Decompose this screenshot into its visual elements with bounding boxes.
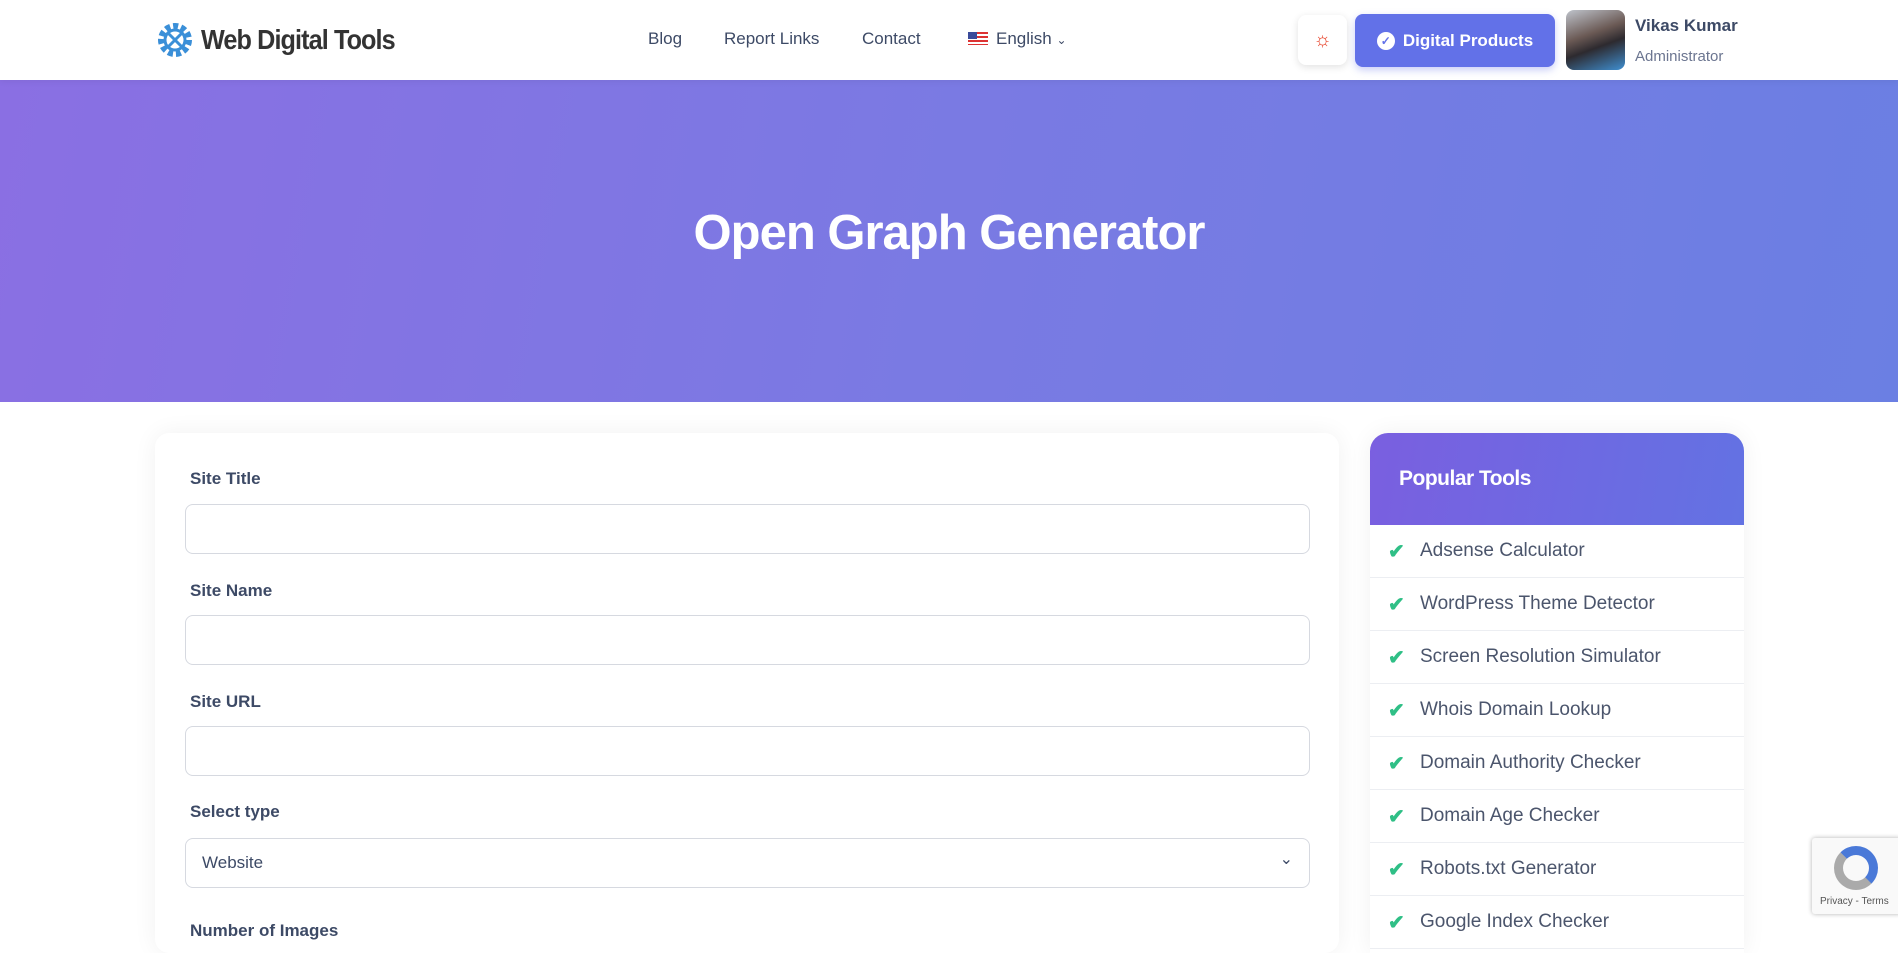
avatar[interactable] [1566,10,1625,70]
popular-tools-card: Popular Tools ✔ Adsense Calculator ✔ WordP… [1370,433,1744,953]
check-icon: ✔ [1388,752,1405,775]
sidebar-item-domain-age-checker[interactable]: ✔ Domain Age Checker [1370,790,1744,843]
site-url-label: Site URL [190,692,261,711]
popular-tools-title: Popular Tools [1370,433,1744,525]
type-select[interactable]: Website ⌄ [185,838,1310,888]
sidebar-item-domain-authority-checker[interactable]: ✔ Domain Authority Checker [1370,737,1744,790]
sidebar-item-label: WordPress Theme Detector [1420,593,1655,614]
select-type-label: Select type [190,802,280,821]
sidebar-item-label: Domain Age Checker [1420,805,1600,826]
sidebar-item-label: Google Index Checker [1420,911,1610,932]
chevron-down-icon: ⌄ [1056,33,1067,47]
hero-banner: Open Graph Generator [0,80,1898,402]
nav-contact[interactable]: Contact [862,29,921,49]
digital-products-button[interactable]: ✓ Digital Products [1355,14,1555,67]
site-name-input[interactable] [185,615,1310,665]
check-icon: ✔ [1388,646,1405,669]
site-title-label: Site Title [190,469,261,488]
check-icon: ✔ [1388,699,1405,722]
sidebar-item-adsense-calculator[interactable]: ✔ Adsense Calculator [1370,525,1744,578]
sidebar-item-label: Domain Authority Checker [1420,752,1641,773]
sidebar-item-label: Whois Domain Lookup [1420,699,1612,720]
language-label: English [996,29,1052,48]
sun-icon: ☼ [1313,28,1332,51]
theme-toggle-button[interactable]: ☼ [1298,15,1347,65]
recaptcha-links[interactable]: Privacy - Terms [1820,896,1889,907]
sidebar-item-label: Adsense Calculator [1420,540,1585,561]
type-select-value: Website [202,853,264,872]
sidebar-item-whois-domain-lookup[interactable]: ✔ Whois Domain Lookup [1370,684,1744,737]
sidebar-item-wordpress-theme-detector[interactable]: ✔ WordPress Theme Detector [1370,578,1744,631]
check-icon: ✔ [1388,805,1405,828]
sidebar-item-label: Screen Resolution Simulator [1420,646,1661,667]
language-dropdown[interactable]: English ⌄ [968,29,1067,49]
nav-blog[interactable]: Blog [648,29,682,49]
sidebar-item-screen-resolution-simulator[interactable]: ✔ Screen Resolution Simulator [1370,631,1744,684]
sidebar-item-label: Robots.txt Generator [1420,858,1597,879]
check-icon: ✔ [1388,911,1405,934]
check-icon: ✔ [1388,858,1405,881]
site-name-label: Site Name [190,581,273,600]
site-url-input[interactable] [185,726,1310,776]
check-icon: ✔ [1388,540,1405,563]
gear-logo-icon [158,23,192,57]
nav-report-links[interactable]: Report Links [724,29,819,49]
user-role: Administrator [1635,48,1724,65]
sidebar-item-robots-txt-generator[interactable]: ✔ Robots.txt Generator [1370,843,1744,896]
user-name: Vikas Kumar [1635,16,1738,35]
number-of-images-label: Number of Images [190,921,339,940]
sidebar-item-google-index-checker[interactable]: ✔ Google Index Checker [1370,896,1744,949]
logo-text: Web Digital Tools [201,24,396,55]
page-title: Open Graph Generator [693,206,1206,260]
check-icon: ✔ [1388,593,1405,616]
digital-products-label: Digital Products [1402,30,1534,50]
chevron-down-icon: ⌄ [1279,851,1293,868]
us-flag-icon [968,32,988,45]
site-title-input[interactable] [185,504,1310,554]
recaptcha-icon [1834,846,1878,890]
logo[interactable]: Web Digital Tools [155,20,416,60]
recaptcha-badge[interactable]: Privacy - Terms [1812,838,1898,914]
site-header: Web Digital Tools Blog Report Links Cont… [0,0,1898,80]
check-circle-icon: ✓ [1376,31,1395,50]
